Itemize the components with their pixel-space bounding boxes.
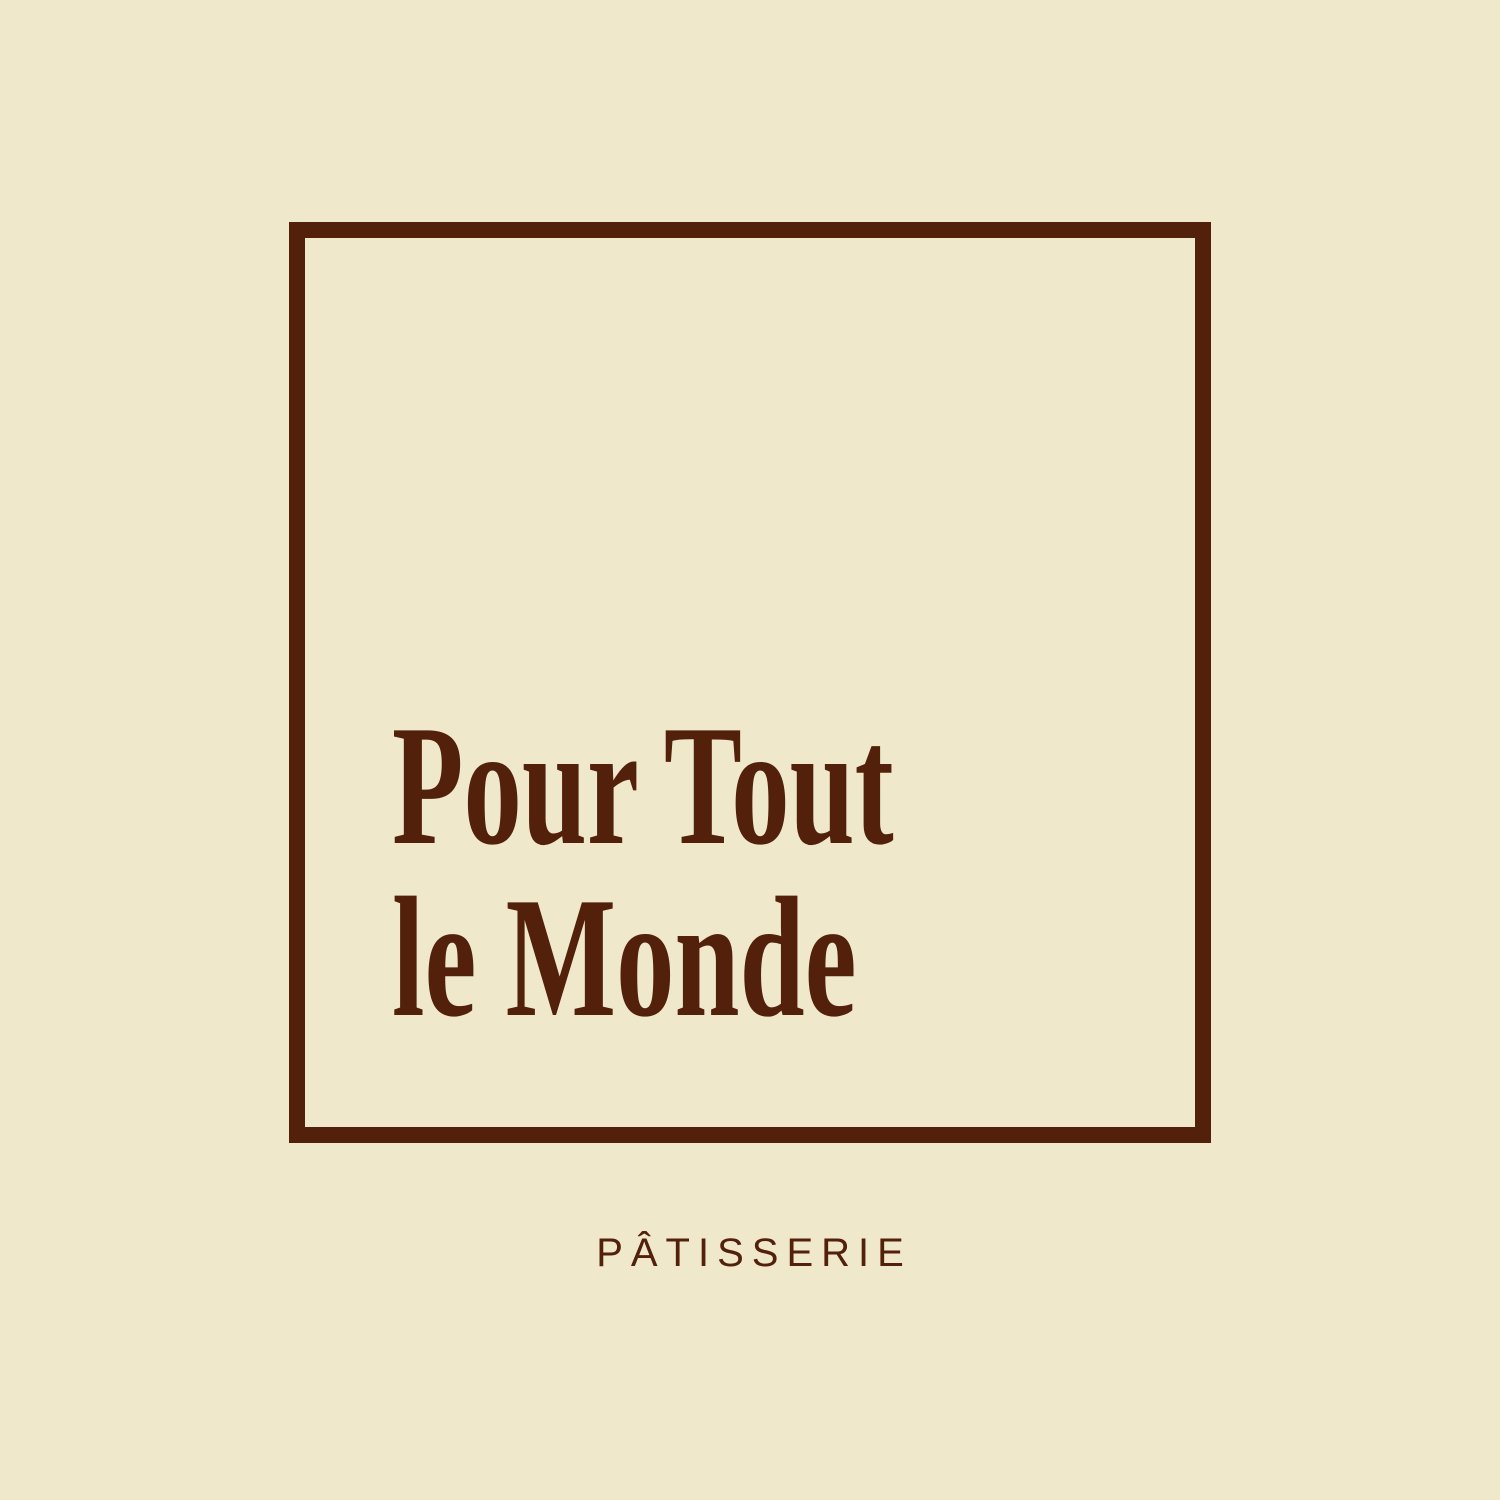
brand-name-line-2: le Monde <box>392 863 857 1053</box>
tagline: PÂTISSERIE <box>596 1231 912 1275</box>
brand-name: Pour Tout le Monde <box>392 700 894 1044</box>
logo-canvas: Pour Tout le Monde PÂTISSERIE <box>0 0 1500 1500</box>
brand-name-line-1: Pour Tout <box>392 691 894 881</box>
